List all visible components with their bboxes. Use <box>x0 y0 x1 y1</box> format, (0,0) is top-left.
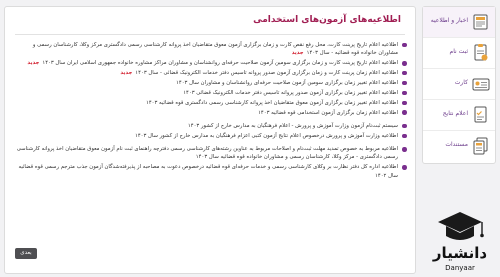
new-badge: جدید <box>27 60 40 67</box>
announcements-panel: اطلاعیه‌های آزمون‌های استخدامی اطلاعیه ا… <box>4 6 416 274</box>
bullet-icon <box>402 90 407 96</box>
svg-text:دانشیار: دانشیار <box>432 244 487 262</box>
sidebar-item-card[interactable]: کارت <box>423 69 495 100</box>
bullet-icon <box>402 80 407 86</box>
bullet-icon <box>402 146 407 152</box>
sidebar-item-label: اعلام نتایج <box>442 110 468 117</box>
bullet-icon <box>402 133 407 139</box>
panel-title: اطلاعیه‌های آزمون‌های استخدامی <box>253 15 401 25</box>
sidebar-item-registration[interactable]: ثبت نام <box>423 38 495 69</box>
sidebar-item-label: ثبت نام <box>449 48 469 55</box>
announcement-item[interactable]: اطلاعیه اعلام تاریخ پرینت کارت، محل رفع … <box>15 41 407 58</box>
bullet-icon <box>402 60 407 66</box>
announcement-text: اطلاعیه اعلام تاریخ پرینت کارت و زمان بر… <box>42 60 398 67</box>
announcement-item[interactable]: اطلاعیه اعلام زمان پرینت کارت و زمان برگ… <box>15 69 407 77</box>
sidebar-item-label: اخبار و اطلاعیه <box>430 17 468 24</box>
sidebar-item-results[interactable]: اعلام نتایج <box>423 100 495 131</box>
danyaar-logo: دانشیار Danyaar <box>432 212 487 272</box>
announcement-item[interactable]: اطلاعیه اعلام تاریخ پرینت کارت و زمان بر… <box>15 59 407 67</box>
announcement-item[interactable]: اطلاعیه اداره کل دفتر نظارت بر وکلای کار… <box>15 163 407 180</box>
announcement-item[interactable]: اطلاعیه مربوط به خصوص تمدید مهلت ثبت‌نام… <box>15 145 407 162</box>
announcement-text: اطلاعیه اعلام تغییر زمان برگزاری آزمون م… <box>145 99 398 106</box>
announcement-text: اطلاعیه مربوط به خصوص تمدید مهلت ثبت‌نام… <box>16 146 398 161</box>
announcement-text: اطلاعیه اعلام تغییر زمان برگزاری سومین آ… <box>176 79 398 86</box>
results-document-icon <box>474 106 487 123</box>
sidebar-item-documents[interactable]: مستندات <box>423 131 495 161</box>
new-badge: جدید <box>120 70 133 77</box>
announcement-text: اطلاعیه اعلام تغییر زمان برگزاری آزمون ص… <box>183 89 398 96</box>
bullet-icon <box>402 42 407 48</box>
announcement-item[interactable]: اطلاعیه اعلام تغییر زمان برگزاری آزمون ص… <box>15 89 407 97</box>
sidebar-item-label: مستندات <box>445 141 468 148</box>
announcement-list: اطلاعیه اعلام تاریخ پرینت کارت، محل رفع … <box>15 41 407 182</box>
announcement-text: سیستم ثبت‌نام آزمون وزارت آموزش و پرورش … <box>187 122 398 129</box>
sidebar: اخبار و اطلاعیه ثبت نام کارت اعلام نتایج <box>422 6 496 164</box>
sidebar-item-news[interactable]: اخبار و اطلاعیه <box>423 7 495 38</box>
documents-icon <box>473 137 488 155</box>
announcement-item[interactable]: سیستم ثبت‌نام آزمون وزارت آموزش و پرورش … <box>15 122 407 130</box>
bullet-icon <box>402 70 407 76</box>
id-card-icon <box>472 78 490 91</box>
new-badge: جدید <box>291 50 304 57</box>
bullet-icon <box>402 123 407 129</box>
announcement-item[interactable]: اطلاعیه اعلام تغییر زمان برگزاری آزمون م… <box>15 99 407 107</box>
sidebar-item-label: کارت <box>454 79 468 86</box>
announcement-item[interactable]: اطلاعیه وزارت آموزش و پرورش درخصوص اعلام… <box>15 132 407 140</box>
newspaper-icon <box>473 14 488 30</box>
announcement-item[interactable]: اطلاعیه اعلام زمان برگزاری آزمون استخدام… <box>15 109 407 117</box>
announcement-text: اطلاعیه اداره کل دفتر نظارت بر وکلای کار… <box>18 164 398 179</box>
announcement-text: اطلاعیه اعلام تاریخ پرینت کارت، محل رفع … <box>32 42 398 57</box>
announcement-text: اطلاعیه اعلام زمان پرینت کارت و زمان برگ… <box>135 70 398 77</box>
announcement-text: اطلاعیه وزارت آموزش و پرورش درخصوص اعلام… <box>134 132 398 139</box>
bullet-icon <box>402 165 407 170</box>
registration-form-icon <box>474 44 488 61</box>
announcement-text: اطلاعیه اعلام زمان برگزاری آزمون استخدام… <box>258 109 398 116</box>
title-divider <box>15 34 405 35</box>
next-button[interactable]: بعدی <box>15 248 37 259</box>
bullet-icon <box>402 110 407 116</box>
bullet-icon <box>402 100 407 106</box>
announcement-item[interactable]: اطلاعیه اعلام تغییر زمان برگزاری سومین آ… <box>15 79 407 87</box>
svg-text:Danyaar: Danyaar <box>445 264 475 272</box>
